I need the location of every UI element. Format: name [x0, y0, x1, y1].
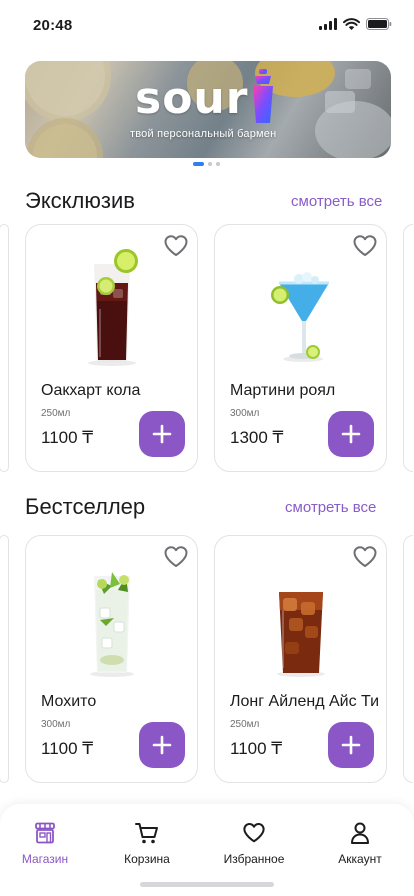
home-indicator [140, 882, 274, 887]
product-price: 1100 ₸ [41, 428, 94, 447]
product-card[interactable]: Лонг Айленд Айс Ти 250мл 1100 ₸ [214, 535, 387, 783]
section-title-exclusive: Эксклюзив [25, 188, 135, 213]
banner-tagline: твой персональный бармен [130, 128, 277, 140]
status-bar: 20:48 [0, 0, 414, 50]
tab-favorites[interactable]: Избранное [209, 822, 299, 866]
pagination-dot-active[interactable] [193, 162, 204, 166]
tab-cart-label: Корзина [124, 852, 170, 866]
tab-account[interactable]: Аккаунт [315, 822, 405, 866]
product-card-partial-right[interactable] [403, 535, 413, 783]
tab-account-label: Аккаунт [338, 852, 382, 866]
tab-shop[interactable]: Магазин [0, 822, 90, 866]
product-volume: 300мл [41, 719, 71, 730]
status-icons [319, 18, 392, 30]
signal-icon [319, 18, 337, 30]
shaker-icon [253, 69, 273, 123]
banner-pagination[interactable] [193, 162, 220, 166]
pagination-dot[interactable] [208, 162, 212, 166]
tab-shop-label: Магазин [21, 852, 69, 866]
shop-icon [35, 822, 55, 844]
product-volume: 250мл [41, 408, 71, 419]
cola-drink-image [88, 249, 138, 366]
product-card-partial-left[interactable] [0, 535, 9, 783]
add-to-cart-button[interactable] [328, 411, 374, 457]
plus-icon [152, 735, 172, 755]
product-name: Лонг Айленд Айс Ти [230, 693, 380, 710]
add-to-cart-button[interactable] [328, 722, 374, 768]
heart-icon [243, 823, 265, 843]
long-island-drink-image [277, 592, 325, 677]
plus-icon [341, 735, 361, 755]
battery-icon [366, 18, 392, 30]
product-price: 1100 ₸ [230, 739, 283, 758]
banner-logo: sour [135, 73, 249, 124]
see-all-exclusive-link[interactable]: смотреть все [291, 193, 382, 210]
product-volume: 250мл [230, 719, 260, 730]
product-price: 1100 ₸ [41, 739, 94, 758]
section-title-bestseller: Бестселлер [25, 494, 146, 519]
product-card-partial-left[interactable] [0, 224, 9, 472]
product-card-partial-right[interactable] [403, 224, 413, 472]
tab-cart[interactable]: Корзина [102, 822, 192, 866]
product-card[interactable]: Оакхарт кола 250мл 1100 ₸ [25, 224, 198, 472]
product-card[interactable]: Мартини роял 300мл 1300 ₸ [214, 224, 387, 472]
product-card[interactable]: Мохито 300мл 1100 ₸ [25, 535, 198, 783]
add-to-cart-button[interactable] [139, 722, 185, 768]
product-price: 1300 ₸ [230, 428, 284, 447]
product-volume: 300мл [230, 408, 260, 419]
martini-drink-image [271, 272, 329, 362]
user-icon [351, 822, 369, 844]
tab-favorites-label: Избранное [223, 852, 285, 866]
product-name: Мохито [41, 693, 97, 710]
pagination-dot[interactable] [216, 162, 220, 166]
status-time: 20:48 [33, 17, 73, 34]
product-name: Мартини роял [230, 382, 336, 399]
mojito-drink-image [90, 572, 134, 677]
wifi-icon [343, 18, 360, 30]
plus-icon [341, 424, 361, 444]
cart-icon [135, 823, 158, 844]
product-name: Оакхарт кола [41, 382, 141, 399]
promo-banner[interactable]: sour твой персональный бармен [25, 61, 391, 158]
see-all-bestseller-link[interactable]: смотреть все [285, 499, 376, 516]
add-to-cart-button[interactable] [139, 411, 185, 457]
plus-icon [152, 424, 172, 444]
